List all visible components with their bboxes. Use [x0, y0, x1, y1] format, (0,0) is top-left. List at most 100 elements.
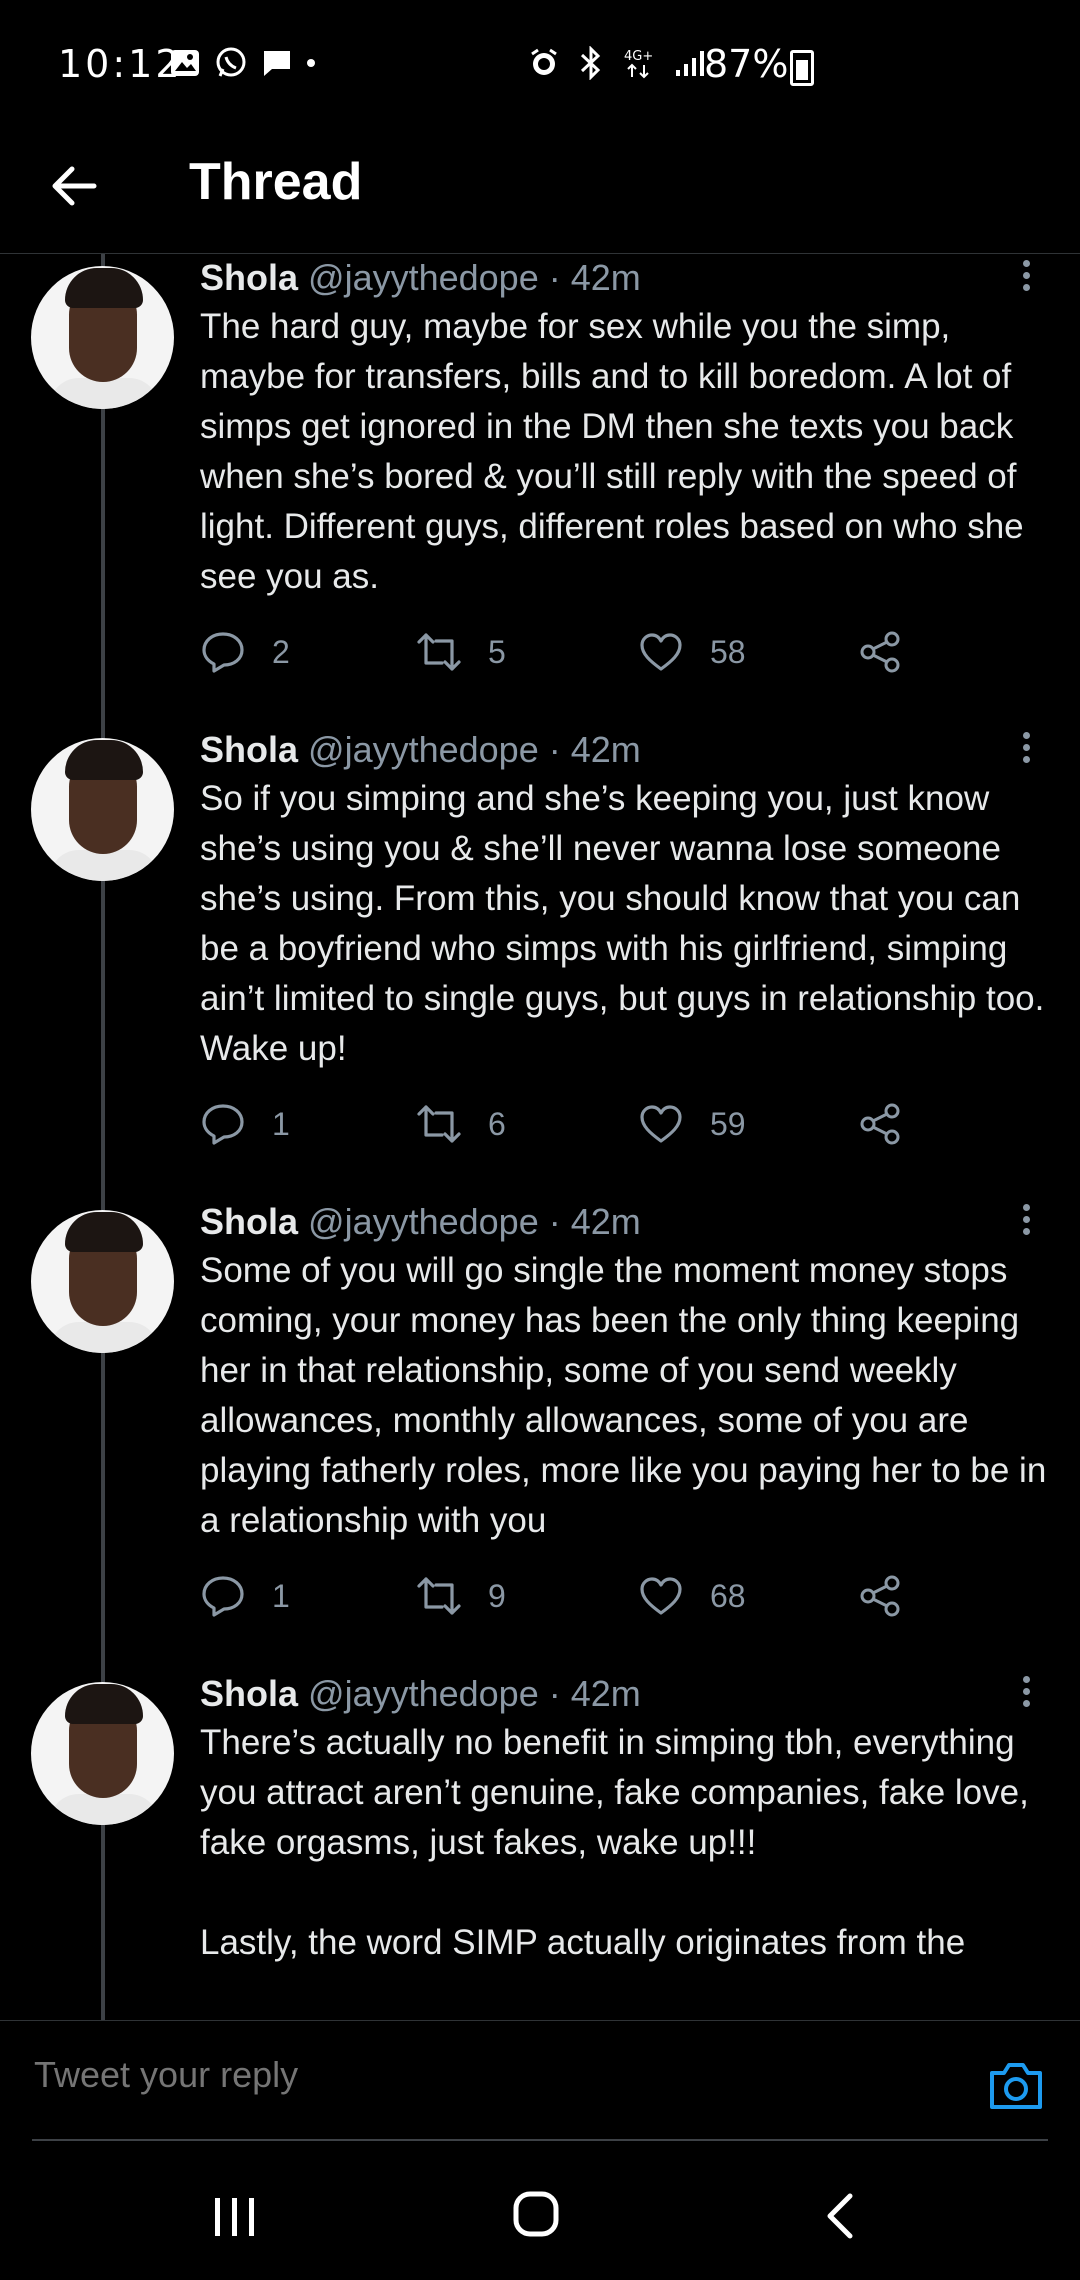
- tweet-time: 42m: [570, 257, 641, 298]
- thread-feed[interactable]: Shola @jayythedope · 42m The hard guy, m…: [0, 254, 1080, 2020]
- like-button[interactable]: 59: [638, 1096, 746, 1152]
- share-button[interactable]: [858, 1096, 930, 1152]
- tweet[interactable]: Shola @jayythedope · 42m Some of you wil…: [0, 1198, 1080, 1670]
- reply-icon: [202, 1576, 244, 1617]
- reply-count: 1: [272, 1105, 290, 1142]
- tweet-header: Shola @jayythedope · 42m: [200, 728, 641, 772]
- reply-composer: [0, 2020, 1080, 2141]
- more-options-icon[interactable]: [1016, 256, 1036, 300]
- system-back-button[interactable]: [820, 2192, 860, 2240]
- camera-button[interactable]: [988, 2059, 1044, 2111]
- heart-icon: [640, 1577, 682, 1615]
- page-title: Thread: [189, 153, 363, 211]
- share-button[interactable]: [858, 624, 930, 680]
- battery-icon: [790, 50, 814, 86]
- battery-percent: 87%: [704, 42, 789, 86]
- author-handle[interactable]: @jayythedope: [308, 1673, 539, 1714]
- like-button[interactable]: 68: [638, 1568, 746, 1624]
- home-button[interactable]: [512, 2190, 560, 2238]
- author-handle[interactable]: @jayythedope: [308, 1201, 539, 1242]
- author-name[interactable]: Shola: [200, 729, 298, 770]
- message-icon: [264, 51, 290, 76]
- separator-dot: ·: [548, 729, 561, 770]
- retweet-icon: [417, 1105, 461, 1143]
- retweet-icon: [417, 1577, 461, 1615]
- chevron-left-icon: [827, 2193, 853, 2239]
- share-icon: [860, 1575, 900, 1617]
- system-icons: 4G+: [528, 46, 708, 80]
- retweet-count: 9: [488, 1577, 506, 1614]
- system-navigation-bar: [0, 2140, 1080, 2280]
- tweet-actions: 1 6 59: [200, 1096, 920, 1152]
- tweet-text: The hard guy, maybe for sex while you th…: [200, 307, 1034, 596]
- dot-icon: [307, 59, 315, 67]
- reply-icon: [202, 632, 244, 673]
- heart-icon: [640, 633, 682, 671]
- tweet-header: Shola @jayythedope · 42m: [200, 256, 641, 300]
- tweet-header: Shola @jayythedope · 42m: [200, 1672, 641, 1716]
- status-time: 10:12: [58, 42, 183, 86]
- alarm-icon: [531, 48, 557, 75]
- reply-button[interactable]: 1: [200, 1096, 290, 1152]
- reply-count: 2: [272, 633, 290, 670]
- home-icon: [513, 2191, 559, 2237]
- tweet-time: 42m: [570, 1201, 641, 1242]
- like-button[interactable]: 58: [638, 624, 746, 680]
- tweet-time: 42m: [570, 1673, 641, 1714]
- 4g-icon: 4G+: [624, 49, 653, 79]
- separator-dot: ·: [548, 257, 561, 298]
- retweet-icon: [417, 633, 461, 671]
- bluetooth-icon: [580, 46, 601, 80]
- gallery-icon: [171, 50, 199, 76]
- retweet-button[interactable]: 6: [416, 1096, 506, 1152]
- retweet-button[interactable]: 9: [416, 1568, 506, 1624]
- author-name[interactable]: Shola: [200, 1673, 298, 1714]
- tweet-text: There’s actually no benefit in simping t…: [200, 1723, 1029, 1962]
- author-handle[interactable]: @jayythedope: [308, 257, 539, 298]
- tweet[interactable]: Shola @jayythedope · 42m There’s actuall…: [0, 1670, 1080, 2020]
- avatar[interactable]: [31, 266, 174, 409]
- camera-icon: [990, 2063, 1042, 2109]
- author-handle[interactable]: @jayythedope: [308, 729, 539, 770]
- tweet[interactable]: Shola @jayythedope · 42m So if you simpi…: [0, 726, 1080, 1198]
- tweet-text: So if you simping and she’s keeping you,…: [200, 779, 1055, 1068]
- reply-count: 1: [272, 1577, 290, 1614]
- share-icon: [860, 1103, 900, 1145]
- avatar[interactable]: [31, 738, 174, 881]
- share-button[interactable]: [858, 1568, 930, 1624]
- avatar[interactable]: [31, 1210, 174, 1353]
- reply-button[interactable]: 1: [200, 1568, 290, 1624]
- status-bar: 10:12 4G+ 87%: [0, 0, 1080, 130]
- retweet-count: 6: [488, 1105, 506, 1142]
- tweet-time: 42m: [570, 729, 641, 770]
- reply-icon: [202, 1104, 244, 1145]
- separator-dot: ·: [548, 1673, 561, 1714]
- more-options-icon[interactable]: [1016, 1200, 1036, 1244]
- whatsapp-icon: [216, 47, 246, 77]
- recent-apps-icon: [215, 2198, 254, 2236]
- separator-dot: ·: [548, 1201, 561, 1242]
- top-app-bar: Thread: [0, 130, 1080, 254]
- tweet[interactable]: Shola @jayythedope · 42m The hard guy, m…: [0, 254, 1080, 726]
- retweet-button[interactable]: 5: [416, 624, 506, 680]
- back-button[interactable]: [46, 158, 102, 214]
- svg-text:4G+: 4G+: [624, 49, 653, 64]
- heart-icon: [640, 1105, 682, 1143]
- retweet-count: 5: [488, 633, 506, 670]
- like-count: 58: [710, 633, 746, 670]
- notification-icons: [170, 46, 316, 80]
- tweet-header: Shola @jayythedope · 42m: [200, 1200, 641, 1244]
- reply-button[interactable]: 2: [200, 624, 290, 680]
- more-options-icon[interactable]: [1016, 728, 1036, 772]
- avatar[interactable]: [31, 1682, 174, 1825]
- arrow-left-icon: [52, 166, 97, 206]
- tweet-actions: 1 9 68: [200, 1568, 920, 1624]
- recent-apps-button[interactable]: [212, 2196, 258, 2238]
- author-name[interactable]: Shola: [200, 257, 298, 298]
- tweet-actions: 2 5 58: [200, 624, 920, 680]
- reply-input[interactable]: [32, 2053, 936, 2097]
- more-options-icon[interactable]: [1016, 1672, 1036, 1716]
- signal-icon: [676, 51, 704, 76]
- share-icon: [860, 631, 900, 673]
- author-name[interactable]: Shola: [200, 1201, 298, 1242]
